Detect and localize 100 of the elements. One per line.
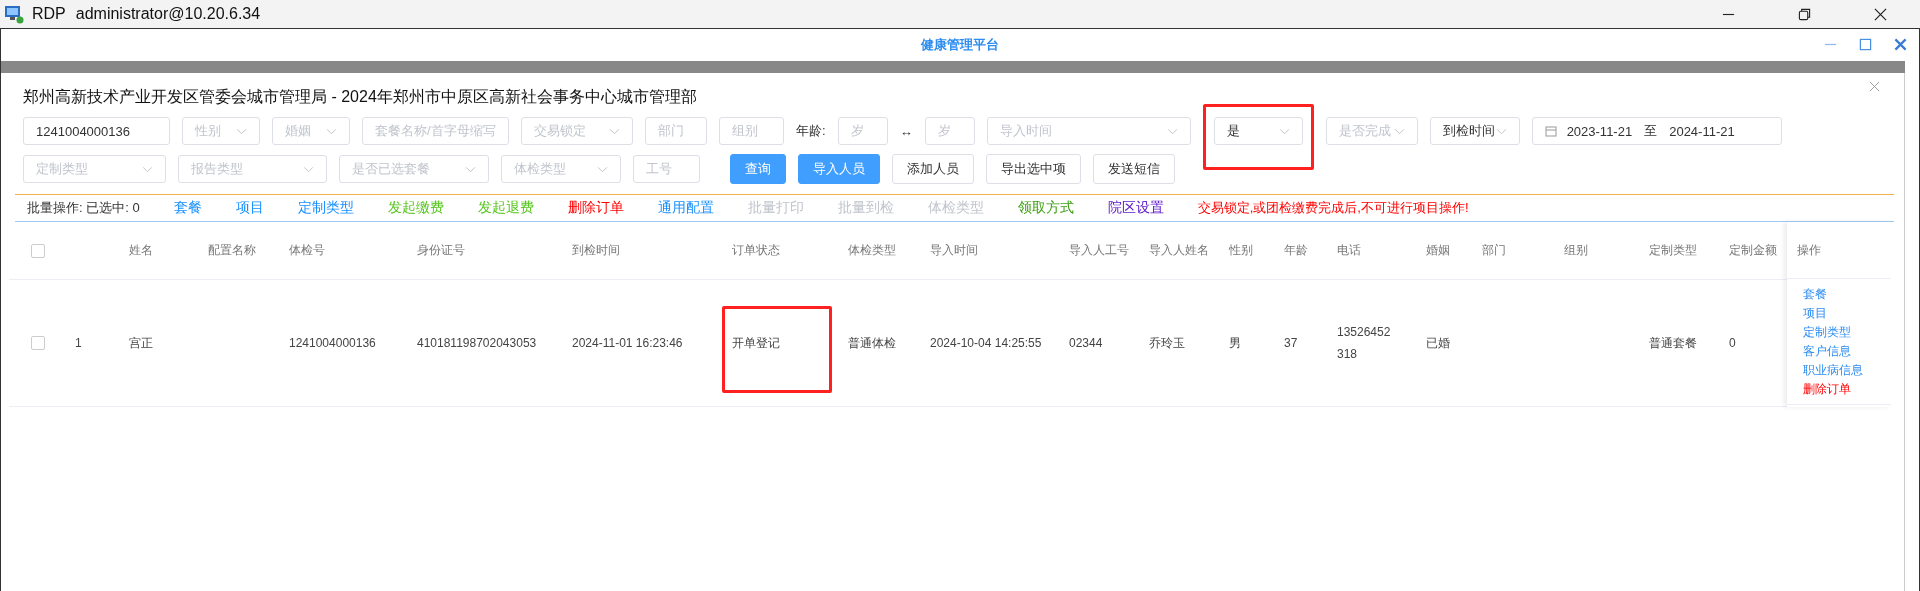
maximize-icon[interactable]	[1859, 38, 1872, 51]
chevron-down-icon	[1495, 127, 1507, 135]
batch-action-link[interactable]: 院区设置	[1107, 199, 1164, 217]
app-name: RDP	[32, 5, 66, 23]
batch-action-link[interactable]: 发起缴费	[387, 199, 444, 217]
select-field[interactable]: 性别	[182, 117, 260, 145]
batch-action-link[interactable]: 定制类型	[297, 199, 354, 217]
table-cell: 普通体检	[848, 334, 896, 352]
table-cell: 乔玲玉	[1149, 334, 1185, 352]
column-header: 导入人姓名	[1149, 242, 1209, 259]
table-cell: 1	[75, 336, 82, 350]
table-cell: 410181198702043053	[417, 336, 537, 350]
row-action-link[interactable]: 客户信息	[1803, 341, 1851, 361]
input-field[interactable]: 岁	[837, 117, 888, 145]
chevron-down-icon	[303, 165, 314, 173]
restore-icon[interactable]	[1798, 7, 1811, 21]
select-field[interactable]: 体检类型	[501, 155, 621, 183]
column-header: 姓名	[129, 242, 153, 259]
table-cell: 普通套餐	[1649, 334, 1697, 352]
age-label: 年龄:	[796, 122, 826, 140]
table-cell: 0	[1729, 336, 1736, 350]
table-cell: 1241004000136	[289, 336, 376, 350]
table-cell-text: 13526452318	[1337, 324, 1392, 363]
checkbox[interactable]	[31, 336, 45, 350]
column-header: 定制类型	[1649, 242, 1697, 259]
chevron-down-icon	[609, 127, 620, 135]
input-field[interactable]: 岁	[924, 117, 975, 145]
table-cell: 2024-11-01 16:23:46	[572, 336, 683, 350]
chevron-down-icon	[465, 165, 476, 173]
batch-action-link[interactable]: 删除订单	[567, 199, 624, 217]
batch-action-link[interactable]: 批量打印	[747, 199, 804, 217]
batch-action-link[interactable]: 领取方式	[1017, 199, 1074, 217]
column-header: 导入时间	[930, 242, 978, 259]
select-field[interactable]: 是否完成	[1325, 117, 1418, 145]
batch-action-link[interactable]: 体检类型	[927, 199, 984, 217]
select-field[interactable]: 导入时间	[986, 117, 1191, 145]
table-cell: 37	[1284, 336, 1298, 350]
select-field[interactable]: 报告类型	[178, 155, 327, 183]
table-cell: 男	[1229, 334, 1241, 352]
column-header: 组别	[1564, 242, 1588, 259]
chevron-down-icon	[1278, 127, 1290, 135]
column-header: 导入人工号	[1069, 242, 1129, 259]
column-header: 性别	[1229, 242, 1253, 259]
close-icon[interactable]	[1874, 7, 1887, 21]
column-header: 体检号	[289, 242, 325, 259]
batch-action-link[interactable]: 批量到检	[837, 199, 894, 217]
column-header: 年龄	[1284, 242, 1308, 259]
dialog-title: 郑州高新技术产业开发区管委会城市管理局 - 2024年郑州市中原区高新社会事务中心城市管理部	[23, 87, 698, 107]
chevron-down-icon	[142, 165, 153, 173]
column-header: 到检时间	[572, 242, 620, 259]
column-header: 电话	[1337, 242, 1361, 259]
select-field[interactable]: 是	[1213, 117, 1303, 145]
date-range-field[interactable]: 2023-11-21 至 2024-11-21	[1531, 117, 1782, 145]
row-action-link[interactable]: 套餐	[1803, 284, 1827, 304]
button[interactable]: 导出选中项	[986, 154, 1081, 184]
column-header: 部门	[1482, 242, 1506, 259]
input-field[interactable]: 工号	[633, 155, 700, 183]
primary-button[interactable]: 查询	[730, 154, 786, 184]
select-field[interactable]: 定制类型	[23, 155, 166, 183]
chevron-down-icon	[1166, 127, 1178, 135]
row-action-link[interactable]: 定制类型	[1803, 322, 1851, 342]
select-field[interactable]: 婚姻	[272, 117, 350, 145]
chevron-down-icon	[326, 127, 337, 135]
monitor-icon	[4, 4, 24, 24]
primary-button[interactable]: 导入人员	[798, 154, 880, 184]
input-field[interactable]: 组别	[719, 117, 784, 145]
row-action-link[interactable]: 职业病信息	[1803, 360, 1863, 380]
batch-action-link[interactable]: 项目	[235, 199, 264, 217]
chevron-down-icon	[597, 165, 608, 173]
checkbox[interactable]	[31, 243, 45, 258]
table-cell: 开单登记	[732, 334, 780, 352]
batch-action-link[interactable]: 通用配置	[657, 199, 714, 217]
warning-text: 交易锁定,或团检缴费完成后,不可进行项目操作!	[1197, 199, 1469, 217]
select-field[interactable]: 是否已选套餐	[339, 155, 489, 183]
column-header: 配置名称	[208, 242, 256, 259]
column-header: 身份证号	[417, 242, 465, 259]
select-field[interactable]: 交易锁定	[521, 117, 633, 145]
button[interactable]: 添加人员	[892, 154, 974, 184]
table-cell: 已婚	[1426, 334, 1450, 352]
column-header: 定制金额	[1729, 242, 1777, 259]
chevron-down-icon	[236, 127, 247, 135]
select-field[interactable]: 到检时间	[1429, 117, 1520, 145]
table-cell: 02344	[1069, 336, 1103, 350]
column-header: 体检类型	[848, 242, 896, 259]
row-action-link[interactable]: 删除订单	[1803, 379, 1851, 399]
table-cell: 2024-10-04 14:25:55	[930, 336, 1042, 350]
app-title: 健康管理平台	[921, 36, 999, 54]
window-title: administrator@10.20.6.34	[75, 5, 261, 23]
batch-action-link[interactable]: 套餐	[173, 199, 202, 217]
column-header: 订单状态	[732, 242, 780, 259]
batch-action-link[interactable]: 发起退费	[477, 199, 534, 217]
button[interactable]: 发送短信	[1093, 154, 1175, 184]
batch-label: 批量操作: 已选中: 0	[27, 199, 140, 217]
input-field[interactable]: 套餐名称/首字母缩写	[362, 117, 509, 145]
range-separator: ↔	[899, 123, 913, 139]
table-cell: 宫正	[129, 334, 153, 352]
input-field[interactable]: 1241004000136	[23, 117, 170, 145]
column-header: 婚姻	[1426, 242, 1450, 259]
chevron-down-icon	[1393, 127, 1405, 135]
row-action-link[interactable]: 项目	[1803, 303, 1827, 323]
